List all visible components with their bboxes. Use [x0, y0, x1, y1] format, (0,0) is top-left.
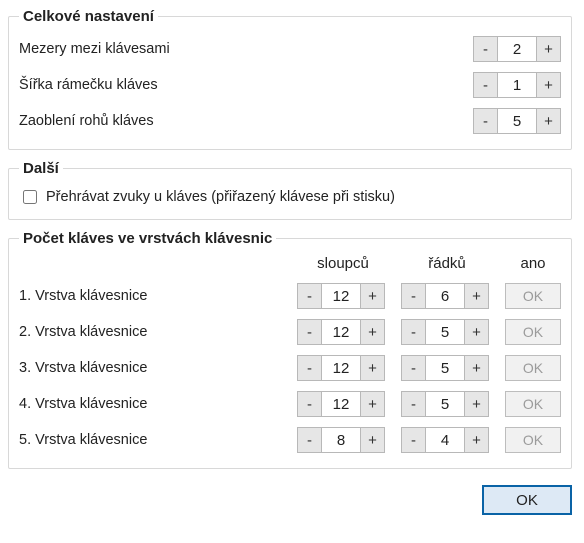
- gap-plus[interactable]: +: [537, 36, 561, 62]
- layer-rows-value[interactable]: 6: [425, 283, 465, 309]
- layer-cols-plus[interactable]: +: [361, 391, 385, 417]
- layer-rows-stepper: -5+: [401, 319, 493, 345]
- layer-cols-plus[interactable]: +: [361, 283, 385, 309]
- overall-legend: Celkové nastavení: [19, 8, 158, 25]
- layer-cols-minus[interactable]: -: [297, 319, 321, 345]
- row-radius: Zaoblení rohů kláves - 5 +: [19, 103, 561, 139]
- row-gap-label: Mezery mezi klávesami: [19, 41, 473, 57]
- layer-cols-stepper: -12+: [297, 319, 389, 345]
- gap-value[interactable]: 2: [497, 36, 537, 62]
- layer-rows-value[interactable]: 5: [425, 319, 465, 345]
- layer-label: 5. Vrstva klávesnice: [19, 432, 297, 448]
- gap-minus[interactable]: -: [473, 36, 497, 62]
- layer-rows-minus[interactable]: -: [401, 427, 425, 453]
- layer-cols-value[interactable]: 12: [321, 355, 361, 381]
- layer-rows-stepper: -5+: [401, 391, 493, 417]
- layer-rows-plus[interactable]: +: [465, 319, 489, 345]
- sound-checkbox-label: Přehrávat zvuky u kláves (přiřazený kláv…: [46, 189, 395, 205]
- layer-cols-value[interactable]: 12: [321, 283, 361, 309]
- layer-rows-plus[interactable]: +: [465, 391, 489, 417]
- layer-ok-button[interactable]: OK: [505, 283, 561, 309]
- col-header-rows: řádků: [401, 255, 493, 272]
- layer-row: 3. Vrstva klávesnice-12+-5+OK: [19, 350, 561, 386]
- layer-rows-plus[interactable]: +: [465, 283, 489, 309]
- layer-cols-stepper: -8+: [297, 427, 389, 453]
- layer-ok-button[interactable]: OK: [505, 391, 561, 417]
- other-group: Další Přehrávat zvuky u kláves (přiřazen…: [8, 160, 572, 220]
- layer-row: 1. Vrstva klávesnice-12+-6+OK: [19, 278, 561, 314]
- layer-rows-minus[interactable]: -: [401, 355, 425, 381]
- border-stepper: - 1 +: [473, 72, 561, 98]
- layer-cols-plus[interactable]: +: [361, 427, 385, 453]
- layer-cols-stepper: -12+: [297, 355, 389, 381]
- layer-rows-value[interactable]: 5: [425, 355, 465, 381]
- layer-rows-stepper: -5+: [401, 355, 493, 381]
- layer-row: 4. Vrstva klávesnice-12+-5+OK: [19, 386, 561, 422]
- row-gap: Mezery mezi klávesami - 2 +: [19, 31, 561, 67]
- sound-checkbox-row[interactable]: Přehrávat zvuky u kláves (přiřazený kláv…: [19, 183, 561, 209]
- row-radius-label: Zaoblení rohů kláves: [19, 113, 473, 129]
- layer-label: 2. Vrstva klávesnice: [19, 324, 297, 340]
- layer-row: 2. Vrstva klávesnice-12+-5+OK: [19, 314, 561, 350]
- border-plus[interactable]: +: [537, 72, 561, 98]
- layer-rows-plus[interactable]: +: [465, 355, 489, 381]
- layers-group: Počet kláves ve vrstvách klávesnic sloup…: [8, 230, 572, 469]
- layer-ok-button[interactable]: OK: [505, 355, 561, 381]
- ok-button[interactable]: OK: [482, 485, 572, 515]
- other-legend: Další: [19, 160, 63, 177]
- layer-rows-stepper: -4+: [401, 427, 493, 453]
- layer-cols-plus[interactable]: +: [361, 355, 385, 381]
- layer-cols-minus[interactable]: -: [297, 283, 321, 309]
- radius-minus[interactable]: -: [473, 108, 497, 134]
- layer-label: 3. Vrstva klávesnice: [19, 360, 297, 376]
- layer-cols-stepper: -12+: [297, 391, 389, 417]
- layer-cols-minus[interactable]: -: [297, 391, 321, 417]
- sound-checkbox[interactable]: [23, 190, 37, 204]
- layer-cols-value[interactable]: 12: [321, 319, 361, 345]
- layer-rows-stepper: -6+: [401, 283, 493, 309]
- gap-stepper: - 2 +: [473, 36, 561, 62]
- layer-cols-minus[interactable]: -: [297, 355, 321, 381]
- radius-plus[interactable]: +: [537, 108, 561, 134]
- row-border: Šířka rámečku kláves - 1 +: [19, 67, 561, 103]
- col-header-ok: ano: [505, 255, 561, 272]
- layer-cols-value[interactable]: 8: [321, 427, 361, 453]
- radius-stepper: - 5 +: [473, 108, 561, 134]
- layer-label: 4. Vrstva klávesnice: [19, 396, 297, 412]
- layer-ok-button[interactable]: OK: [505, 319, 561, 345]
- radius-value[interactable]: 5: [497, 108, 537, 134]
- layer-ok-button[interactable]: OK: [505, 427, 561, 453]
- layers-header: sloupců řádků ano: [19, 253, 561, 278]
- border-value[interactable]: 1: [497, 72, 537, 98]
- layer-rows-value[interactable]: 4: [425, 427, 465, 453]
- layer-rows-value[interactable]: 5: [425, 391, 465, 417]
- layer-rows-minus[interactable]: -: [401, 283, 425, 309]
- layer-cols-minus[interactable]: -: [297, 427, 321, 453]
- layer-row: 5. Vrstva klávesnice-8+-4+OK: [19, 422, 561, 458]
- footer: OK: [8, 479, 572, 515]
- layers-legend: Počet kláves ve vrstvách klávesnic: [19, 230, 276, 247]
- layer-rows-minus[interactable]: -: [401, 391, 425, 417]
- layer-cols-value[interactable]: 12: [321, 391, 361, 417]
- layer-rows-plus[interactable]: +: [465, 427, 489, 453]
- layer-cols-plus[interactable]: +: [361, 319, 385, 345]
- layer-label: 1. Vrstva klávesnice: [19, 288, 297, 304]
- col-header-cols: sloupců: [297, 255, 389, 272]
- border-minus[interactable]: -: [473, 72, 497, 98]
- row-border-label: Šířka rámečku kláves: [19, 77, 473, 93]
- layer-cols-stepper: -12+: [297, 283, 389, 309]
- overall-group: Celkové nastavení Mezery mezi klávesami …: [8, 8, 572, 150]
- layer-rows-minus[interactable]: -: [401, 319, 425, 345]
